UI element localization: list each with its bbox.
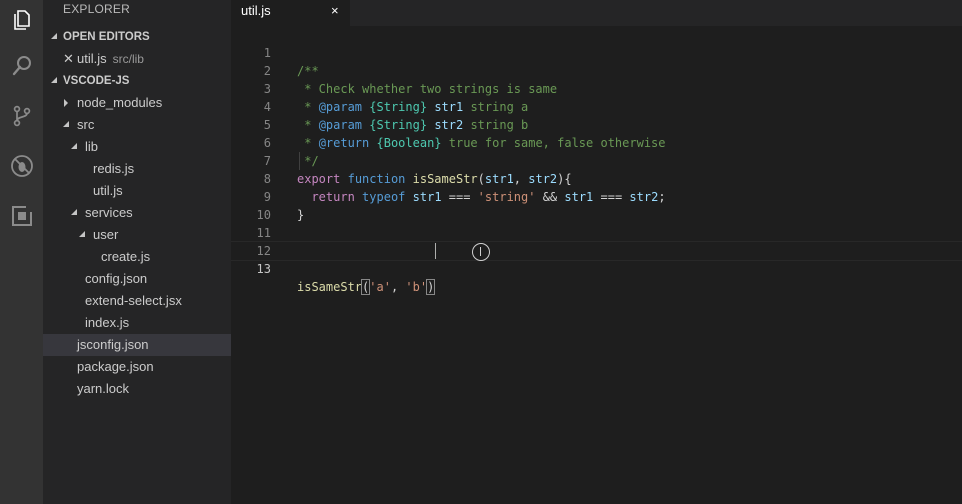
token: , [390,280,406,294]
tree-folder-services[interactable]: services [43,202,231,224]
tree-label: create.js [101,249,151,264]
extensions-icon[interactable] [0,196,43,236]
chevron-right-icon [61,92,71,114]
code-line: 9 } [231,170,962,222]
tab-bar: util.js × [231,0,962,26]
code-line: 10 [231,188,962,222]
tree-file-extend-select-jsx[interactable]: extend-select.jsx [43,290,231,312]
code-line: 3 * @param {String} str1 string a [231,62,962,114]
tab-util-js[interactable]: util.js × [231,0,350,26]
tree-label: src [77,117,95,132]
tree-label: jsconfig.json [77,337,149,352]
code-line: 11 [231,206,962,240]
open-editors-label: OPEN EDITORS [63,31,150,43]
chevron-down-icon [69,202,79,224]
tree-label: extend-select.jsx [85,293,182,308]
mouse-ibeam-cursor-icon [472,243,490,261]
tree-file-index-js[interactable]: index.js [43,312,231,334]
files-icon[interactable] [0,0,43,40]
chevron-down-icon [69,136,79,158]
tree-label: config.json [85,271,148,286]
tree-label: user [93,227,119,242]
activity-bar [0,0,43,504]
explorer-title: EXPLORER [63,2,130,16]
code-line: 12 [231,224,962,258]
tree-folder-lib[interactable]: lib [43,136,231,158]
open-editors-header[interactable]: OPEN EDITORS [43,26,231,48]
tree-file-util-js[interactable]: util.js [43,180,231,202]
token: 'a' [369,280,391,294]
close-icon[interactable]: ✕ [63,48,74,70]
debug-icon[interactable] [0,146,43,186]
folder-header[interactable]: VSCODE-JS [43,70,231,92]
token: isSameStr [297,280,363,294]
tree-label: package.json [77,359,154,374]
folder-label: VSCODE-JS [63,75,130,87]
close-icon[interactable]: × [331,0,339,22]
tree-file-config-json[interactable]: config.json [43,268,231,290]
tree-label: lib [85,139,99,154]
line-number: 13 [256,262,271,276]
chevron-down-icon [61,114,71,136]
token: ) [426,279,436,295]
code-line: 1 /** [231,26,962,78]
open-editor-path: src/lib [112,52,144,66]
open-editor-name: util.js [77,51,107,66]
tree-label: node_modules [77,95,163,110]
tree-label: redis.js [93,161,135,176]
tree-folder-node-modules[interactable]: node_modules [43,92,231,114]
code-line: 5 * @return {Boolean} true for same, fal… [231,98,962,150]
tab-label: util.js [241,3,271,18]
tree-file-yarn-lock[interactable]: yarn.lock [43,378,231,400]
chevron-down-icon [49,26,59,48]
chevron-down-icon [77,224,87,246]
tree-label: util.js [93,183,123,198]
tree-label: services [85,205,133,220]
explorer-sidebar: EXPLORER OPEN EDITORS ✕ util.js src/lib V… [43,0,231,504]
tree-file-create-js[interactable]: create.js [43,246,231,268]
editor-area: util.js × 1 /** 2 * Check whether two st… [231,0,962,504]
code-line: 4 * @param {String} str2 string b [231,80,962,132]
chevron-down-icon [49,70,59,92]
tree-file-redis-js[interactable]: redis.js [43,158,231,180]
open-editor-item[interactable]: ✕ util.js src/lib [43,48,231,70]
code-line: 7 export function isSameStr(str1, str2){ [231,134,962,186]
current-code-line: 13 isSameStr('a', 'b') [231,241,962,295]
code-line: 6 */ [231,116,962,168]
tree-file-jsconfig-json[interactable]: jsconfig.json [43,334,231,356]
code-line: 2 * Check whether two strings is same [231,44,962,96]
search-icon[interactable] [0,46,43,86]
code-line: 8 return typeof str1 === 'string' && str… [231,152,962,204]
token: 'b' [405,280,428,294]
text-cursor [435,243,436,259]
tree-folder-user[interactable]: user [43,224,231,246]
tree-file-package-json[interactable]: package.json [43,356,231,378]
tree-label: index.js [85,315,130,330]
source-control-icon[interactable] [0,96,43,136]
tree-label: yarn.lock [77,381,130,396]
tree-folder-src[interactable]: src [43,114,231,136]
line-code: isSameStr('a', 'b') [297,278,436,296]
